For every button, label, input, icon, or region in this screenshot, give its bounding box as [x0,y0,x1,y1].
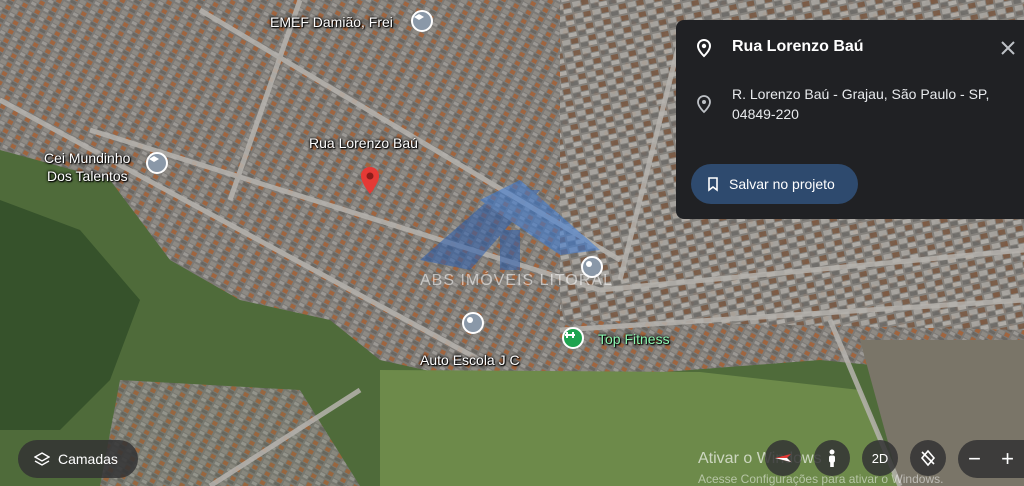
bookmark-icon [708,177,718,192]
layers-button[interactable]: Camadas [18,440,138,478]
layers-label: Camadas [58,451,118,467]
street-label[interactable]: Rua Lorenzo Baú [309,135,418,152]
os-activation-subnotice: Acesse Configurações para ativar o Windo… [698,472,944,486]
layers-icon [34,452,50,466]
selected-location-marker-icon[interactable] [360,167,380,195]
view-mode-label: 2D [871,450,889,466]
close-icon[interactable] [996,36,1020,60]
compass-icon [775,454,791,462]
place-info-panel: Rua Lorenzo Baú R. Lorenzo Baú - Grajau,… [676,20,1024,219]
rotate-icon [920,449,936,467]
os-activation-notice: Ativar o Windows [698,450,822,467]
rotate-button[interactable] [910,440,946,476]
daycare-pin-icon[interactable] [146,152,168,174]
save-to-project-button[interactable]: Salvar no projeto [691,164,858,204]
zoom-controls: − + [958,440,1024,478]
place-title: Rua Lorenzo Baú [732,38,864,55]
address-pin-icon [697,95,711,114]
driving-school-label[interactable]: Auto Escola J C [420,352,520,369]
gym-label[interactable]: Top Fitness [598,331,670,348]
gym-pin-icon[interactable] [562,327,584,349]
place-address: R. Lorenzo Baú - Grajau, São Paulo - SP,… [732,86,990,122]
street-view-button[interactable] [814,440,850,476]
zoom-in-button[interactable]: + [991,446,1024,472]
location-pin-icon [696,38,712,58]
compass-button[interactable] [765,440,801,476]
school-pin-icon[interactable] [411,10,433,32]
zoom-out-button[interactable]: − [958,446,991,472]
view-mode-button[interactable]: 2D [862,440,898,476]
school-label[interactable]: EMEF Damião, Frei [270,14,393,31]
driving-school-pin-icon[interactable] [462,312,484,334]
save-to-project-label: Salvar no projeto [729,176,835,192]
daycare-label-line1[interactable]: Cei Mundinho [44,150,130,167]
watermark-text: ABS IMÓVEIS LITORAL [420,272,613,289]
daycare-label-line2[interactable]: Dos Talentos [47,168,128,185]
street-view-person-icon [829,449,835,467]
